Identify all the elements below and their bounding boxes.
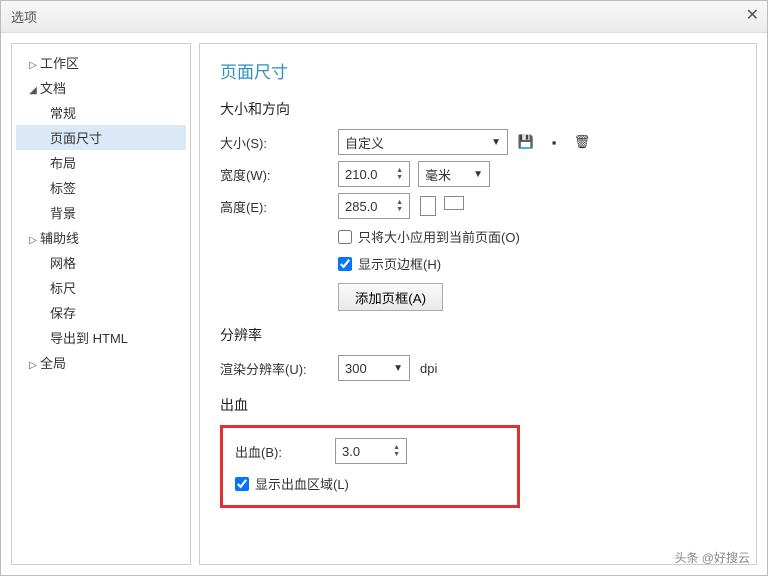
tree-label: 辅助线 [40,231,79,246]
chevron-right-icon: ▷ [28,235,38,246]
add-frame-button[interactable]: 添加页框(A) [338,283,443,311]
settings-panel: 页面尺寸 大小和方向 大小(S): 自定义 ▼ 💾 ▪ 🗑 宽度(W): 210… [199,43,757,565]
tree-label: 保存 [50,306,76,321]
width-spin[interactable]: 210.0 ▲▼ [338,161,410,187]
watermark: 头条 @好搜云 [674,549,750,566]
tree-label: 常规 [50,106,76,121]
bleed-section-heading: 出血 [220,395,736,415]
render-res-combo[interactable]: 300 ▼ [338,355,410,381]
panel-heading: 页面尺寸 [220,58,736,83]
title-bar: 选项 ✕ [1,1,767,33]
bleed-highlight: 出血(B): 3.0 ▲▼ 显示出血区域(L) [220,425,520,508]
close-icon[interactable]: ✕ [746,5,759,25]
tree-layout[interactable]: 布局 [16,150,186,175]
show-bleed-label: 显示出血区域(L) [255,474,349,493]
chevron-down-icon: ▼ [491,137,501,148]
size-label: 大小(S): [220,133,338,152]
edit-preset-icon[interactable]: ▪ [544,132,564,152]
tree-save[interactable]: 保存 [16,300,186,325]
tree-document[interactable]: ◢文档 [16,75,186,100]
apply-current-label: 只将大小应用到当前页面(O) [358,227,520,246]
tree-label: 全局 [40,356,66,371]
spinner-arrows-icon[interactable]: ▲▼ [393,444,400,458]
size-combo[interactable]: 自定义 ▼ [338,129,508,155]
chevron-right-icon: ▷ [28,60,38,71]
dpi-label: dpi [420,361,437,376]
show-border-label: 显示页边框(H) [358,254,441,273]
tree-label: 网格 [50,256,76,271]
height-label: 高度(E): [220,197,338,216]
delete-preset-icon[interactable]: 🗑 [572,132,592,152]
tree-label: 标尺 [50,281,76,296]
tree-rulers[interactable]: 标尺 [16,275,186,300]
tree-label: 标签 [50,181,76,196]
tree-background[interactable]: 背景 [16,200,186,225]
tree-grid[interactable]: 网格 [16,250,186,275]
unit-value: 毫米 [425,165,451,184]
bleed-label: 出血(B): [235,442,335,461]
tree-general[interactable]: 常规 [16,100,186,125]
spinner-arrows-icon[interactable]: ▲▼ [396,167,403,181]
chevron-down-icon: ◢ [28,85,38,96]
height-spin[interactable]: 285.0 ▲▼ [338,193,410,219]
tree-label: 背景 [50,206,76,221]
render-res-value: 300 [345,361,367,376]
chevron-down-icon: ▼ [393,363,403,374]
width-label: 宽度(W): [220,165,338,184]
options-tree: ▷工作区 ◢文档 常规 页面尺寸 布局 标签 背景 ▷辅助线 网格 标尺 保存 … [11,43,191,565]
tree-label[interactable]: 标签 [16,175,186,200]
tree-export[interactable]: 导出到 HTML [16,325,186,350]
show-bleed-checkbox[interactable] [235,477,249,491]
bleed-value: 3.0 [342,444,360,459]
landscape-icon[interactable] [444,196,464,210]
portrait-icon[interactable] [420,196,436,216]
show-border-checkbox[interactable] [338,257,352,271]
bleed-spin[interactable]: 3.0 ▲▼ [335,438,407,464]
save-preset-icon[interactable]: 💾 [516,132,536,152]
tree-guides[interactable]: ▷辅助线 [16,225,186,250]
height-value: 285.0 [345,199,378,214]
tree-label: 文档 [40,81,66,96]
apply-current-checkbox[interactable] [338,230,352,244]
size-value: 自定义 [345,133,384,152]
size-section-heading: 大小和方向 [220,99,736,119]
tree-label: 页面尺寸 [50,131,102,146]
resolution-section-heading: 分辨率 [220,325,736,345]
tree-workspace[interactable]: ▷工作区 [16,50,186,75]
tree-pagesize[interactable]: 页面尺寸 [16,125,186,150]
tree-label: 布局 [50,156,76,171]
tree-label: 导出到 HTML [50,331,128,346]
window-title: 选项 [11,7,37,26]
chevron-down-icon: ▼ [473,169,483,180]
tree-global[interactable]: ▷全局 [16,350,186,375]
render-res-label: 渲染分辨率(U): [220,359,338,378]
tree-label: 工作区 [40,56,79,71]
spinner-arrows-icon[interactable]: ▲▼ [396,199,403,213]
width-value: 210.0 [345,167,378,182]
chevron-right-icon: ▷ [28,360,38,371]
unit-combo[interactable]: 毫米 ▼ [418,161,490,187]
